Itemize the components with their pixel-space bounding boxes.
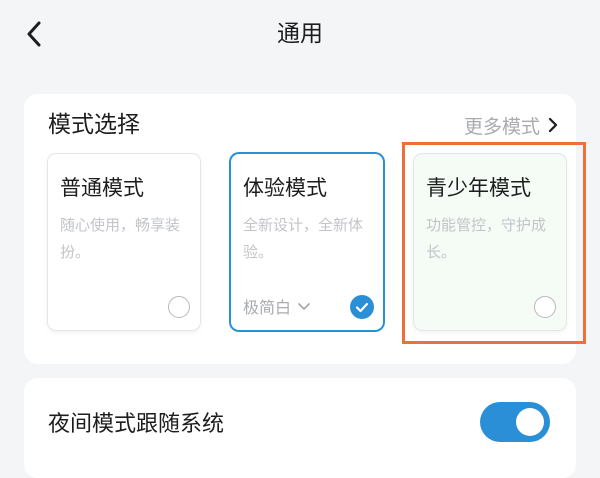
check-icon	[355, 302, 369, 312]
mode-section-title: 模式选择	[48, 112, 140, 138]
theme-dropdown[interactable]: 极简白	[243, 294, 311, 318]
toggle-knob	[516, 408, 544, 436]
mode-selection-card: 模式选择 更多模式 普通模式 随心使用，畅享装扮。 体验模式 全新设计，全新体验…	[24, 94, 576, 364]
theme-dropdown-label: 极简白	[243, 298, 292, 317]
mode-option-normal[interactable]: 普通模式 随心使用，畅享装扮。	[48, 154, 200, 330]
radio-button[interactable]	[168, 296, 190, 318]
more-modes-link[interactable]: 更多模式	[464, 108, 558, 142]
mode-option-desc: 随心使用，畅享装扮。	[60, 216, 181, 261]
mode-option-title: 普通模式	[60, 176, 144, 200]
mode-option-title: 青少年模式	[426, 176, 531, 200]
mode-option-experience[interactable]: 体验模式 全新设计，全新体验。 极简白	[231, 154, 383, 330]
chevron-down-icon	[297, 302, 311, 311]
mode-option-desc: 功能管控，守护成长。	[426, 216, 547, 261]
night-mode-row: 夜间模式跟随系统	[24, 378, 576, 478]
radio-button[interactable]	[534, 296, 556, 318]
mode-option-desc: 全新设计，全新体验。	[243, 216, 364, 261]
night-mode-toggle[interactable]	[480, 402, 550, 442]
more-modes-label: 更多模式	[463, 115, 540, 138]
top-bar: 通用	[0, 0, 600, 68]
radio-button-checked[interactable]	[350, 295, 374, 319]
mode-option-title: 体验模式	[243, 176, 327, 200]
night-mode-label: 夜间模式跟随系统	[48, 412, 225, 437]
mode-option-youth[interactable]: 青少年模式 功能管控，守护成长。	[414, 154, 566, 330]
page-title: 通用	[277, 21, 323, 47]
chevron-right-icon	[548, 117, 558, 133]
